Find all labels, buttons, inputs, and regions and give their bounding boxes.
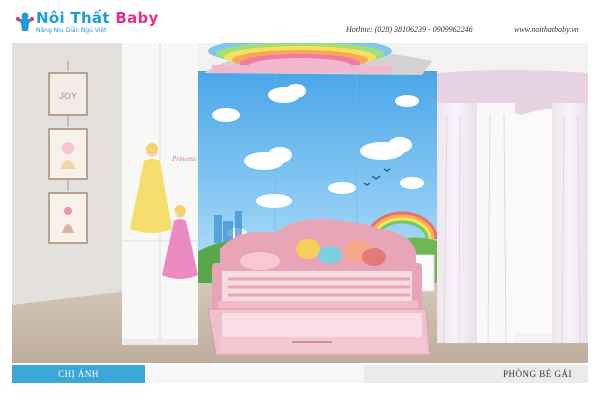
brand-logo[interactable]: Nôi Thất Baby Nâng Niu Giấc Ngủ Việt	[14, 9, 158, 37]
author-caption: CHỊ ÁNH	[12, 365, 145, 383]
frame-text: JOY	[59, 91, 77, 101]
room-illustration: JOY Princess	[12, 43, 588, 363]
header: Nôi Thất Baby Nâng Niu Giấc Ngủ Việt Hot…	[0, 0, 600, 44]
footer-bar: CHỊ ÁNH PHÒNG BÉ GÁI	[12, 365, 588, 383]
daybed	[207, 218, 431, 356]
room-caption: PHÒNG BÉ GÁI	[364, 365, 588, 383]
baby-figure-icon	[16, 12, 34, 31]
brand-tagline: Nâng Niu Giấc Ngủ Việt	[36, 27, 107, 34]
princess-text: Princess	[171, 155, 196, 163]
room-photo: JOY Princess	[12, 43, 588, 363]
hotline-text: Hotline: (028) 38106239 - 0909962246	[346, 25, 473, 34]
picture-frames: JOY	[48, 61, 88, 244]
window-curtains	[437, 70, 588, 344]
footer-divider	[145, 365, 364, 383]
website-link[interactable]: www.noithatbaby.vn	[514, 25, 579, 34]
brand-name: Nôi Thất Baby	[36, 9, 159, 27]
wardrobe: Princess	[122, 43, 198, 345]
